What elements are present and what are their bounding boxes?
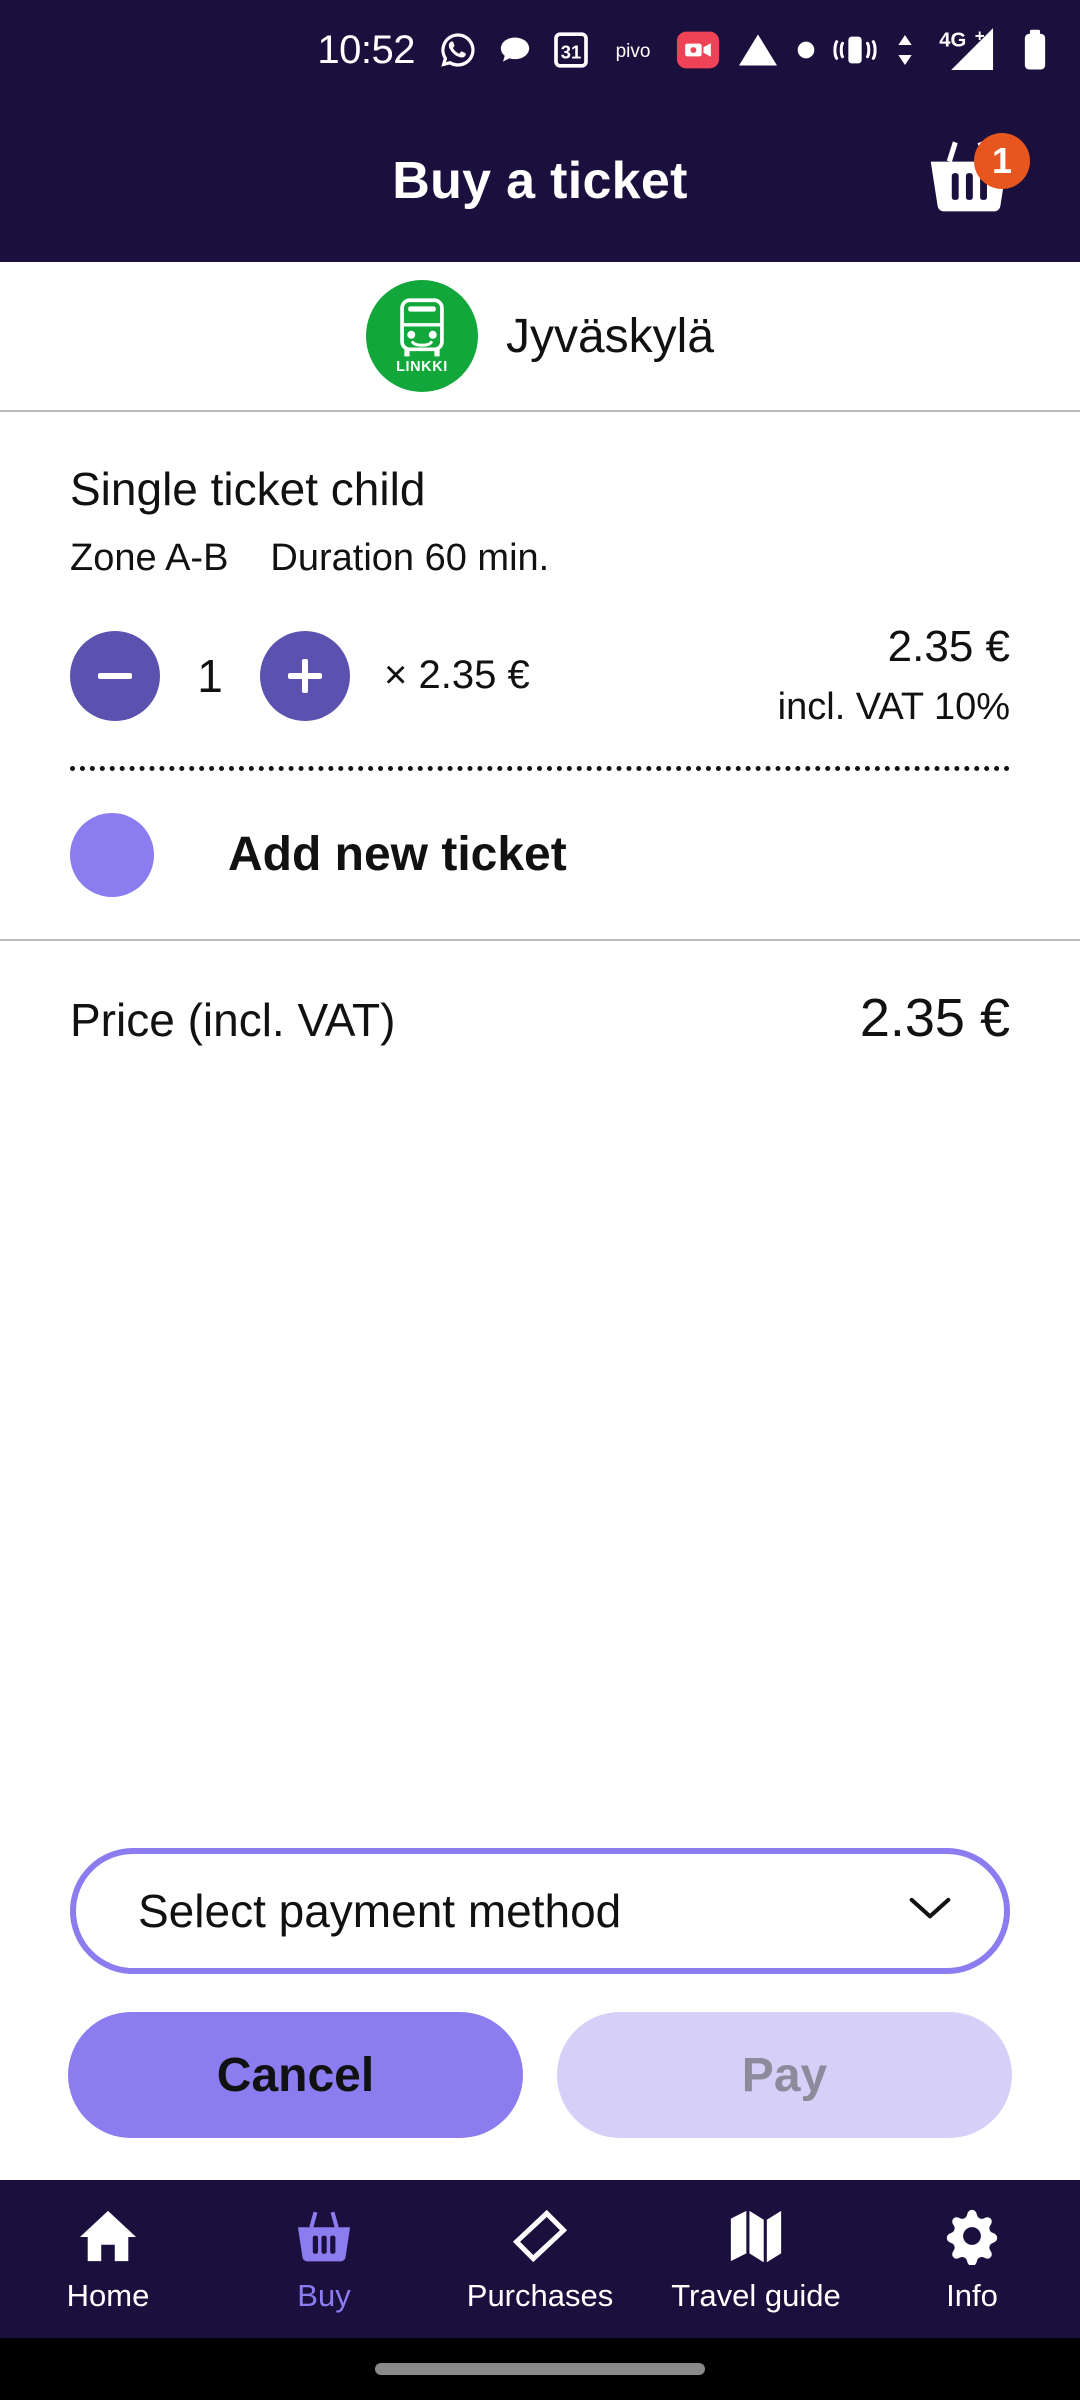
ticket-duration: Duration 60 min. xyxy=(270,536,550,579)
quantity-value: 1 xyxy=(197,649,223,702)
unit-price: × 2.35 € xyxy=(384,653,530,698)
screen-record-icon xyxy=(676,28,720,72)
minus-icon xyxy=(98,672,132,679)
add-ticket-plus-circle xyxy=(70,812,154,897)
app-screen: 10:52 31 pivo 4G + Buy a ticket 1 LINKKI… xyxy=(0,0,1080,2400)
app-header: Buy a ticket 1 xyxy=(0,100,1080,262)
gear-icon xyxy=(941,2207,1003,2270)
cancel-button[interactable]: Cancel xyxy=(68,2012,523,2138)
cart-button[interactable]: 1 xyxy=(922,131,1032,231)
nav-label-travel-guide: Travel guide xyxy=(671,2278,841,2313)
add-new-ticket-label: Add new ticket xyxy=(228,828,567,882)
basket-icon xyxy=(293,2207,355,2270)
vibrate-icon xyxy=(833,30,877,70)
page-title: Buy a ticket xyxy=(392,152,688,210)
operator-city: Jyväskylä xyxy=(505,309,715,363)
nav-label-purchases: Purchases xyxy=(466,2278,614,2313)
pivo-icon: pivo xyxy=(607,36,659,64)
linkki-logo: LINKKI xyxy=(365,280,478,392)
ticket-meta: Zone A-B Duration 60 min. xyxy=(70,537,1010,580)
status-time: 10:52 xyxy=(317,27,415,72)
total-value: 2.35 € xyxy=(859,987,1010,1048)
ticket-name: Single ticket child xyxy=(70,463,426,515)
plus-icon-vertical xyxy=(302,658,308,693)
total-price-row: Price (incl. VAT) 2.35 € xyxy=(0,941,1080,1049)
bottom-navigation: Home Buy Purchases Travel guide Info xyxy=(0,2180,1080,2338)
nav-label-info: Info xyxy=(946,2278,998,2313)
ticket-icon xyxy=(509,2207,571,2270)
svg-text:4G: 4G xyxy=(939,30,966,52)
triangle-icon xyxy=(737,31,779,69)
decrement-button[interactable] xyxy=(70,630,160,721)
line-total: 2.35 € xyxy=(887,621,1010,671)
status-bar: 10:52 31 pivo 4G + xyxy=(0,0,1080,100)
nav-item-travel-guide[interactable]: Travel guide xyxy=(648,2207,864,2311)
calendar-icon: 31 xyxy=(552,30,590,70)
signal-4g-icon: 4G + xyxy=(933,28,1003,72)
increment-button[interactable] xyxy=(260,630,350,721)
add-new-ticket-button[interactable]: Add new ticket xyxy=(0,771,1080,941)
mobile-data-icon xyxy=(894,30,916,70)
chevron-down-icon xyxy=(908,1896,952,1927)
action-buttons: Cancel Pay xyxy=(0,1974,1080,2138)
pay-button[interactable]: Pay xyxy=(557,2012,1012,2138)
svg-text:LINKKI: LINKKI xyxy=(396,358,448,374)
message-bubble-icon xyxy=(495,30,535,70)
operator-row: LINKKI Jyväskylä xyxy=(0,262,1080,412)
dot-icon xyxy=(796,40,816,60)
bus-icon: LINKKI xyxy=(376,288,468,385)
ticket-zone: Zone A-B xyxy=(70,536,229,579)
ticket-card: Single ticket child Zone A-B Duration 60… xyxy=(0,412,1080,771)
nav-item-purchases[interactable]: Purchases xyxy=(432,2207,648,2311)
cart-badge: 1 xyxy=(974,133,1030,189)
map-icon xyxy=(725,2207,787,2270)
home-icon xyxy=(77,2207,139,2270)
nav-label-buy: Buy xyxy=(297,2278,351,2313)
gesture-bar xyxy=(0,2338,1080,2400)
payment-method-select[interactable]: Select payment method xyxy=(70,1848,1010,1974)
payment-method-label: Select payment method xyxy=(138,1885,622,1937)
nav-item-home[interactable]: Home xyxy=(0,2207,216,2311)
nav-label-home: Home xyxy=(66,2278,150,2313)
nav-item-info[interactable]: Info xyxy=(864,2207,1080,2311)
whatsapp-icon xyxy=(438,30,478,70)
quantity-stepper: 1 × 2.35 € 2.35 € incl. VAT 10% xyxy=(70,622,1010,728)
total-label: Price (incl. VAT) xyxy=(70,993,396,1046)
vat-note: incl. VAT 10% xyxy=(777,686,1010,729)
shopping-basket-icon xyxy=(922,141,1016,223)
nav-item-buy[interactable]: Buy xyxy=(216,2207,432,2311)
line-price-block: 2.35 € incl. VAT 10% xyxy=(778,622,1010,730)
svg-text:31: 31 xyxy=(561,41,581,62)
gesture-pill[interactable] xyxy=(375,2363,705,2375)
svg-text:pivo: pivo xyxy=(616,41,651,62)
battery-icon xyxy=(1020,28,1050,72)
